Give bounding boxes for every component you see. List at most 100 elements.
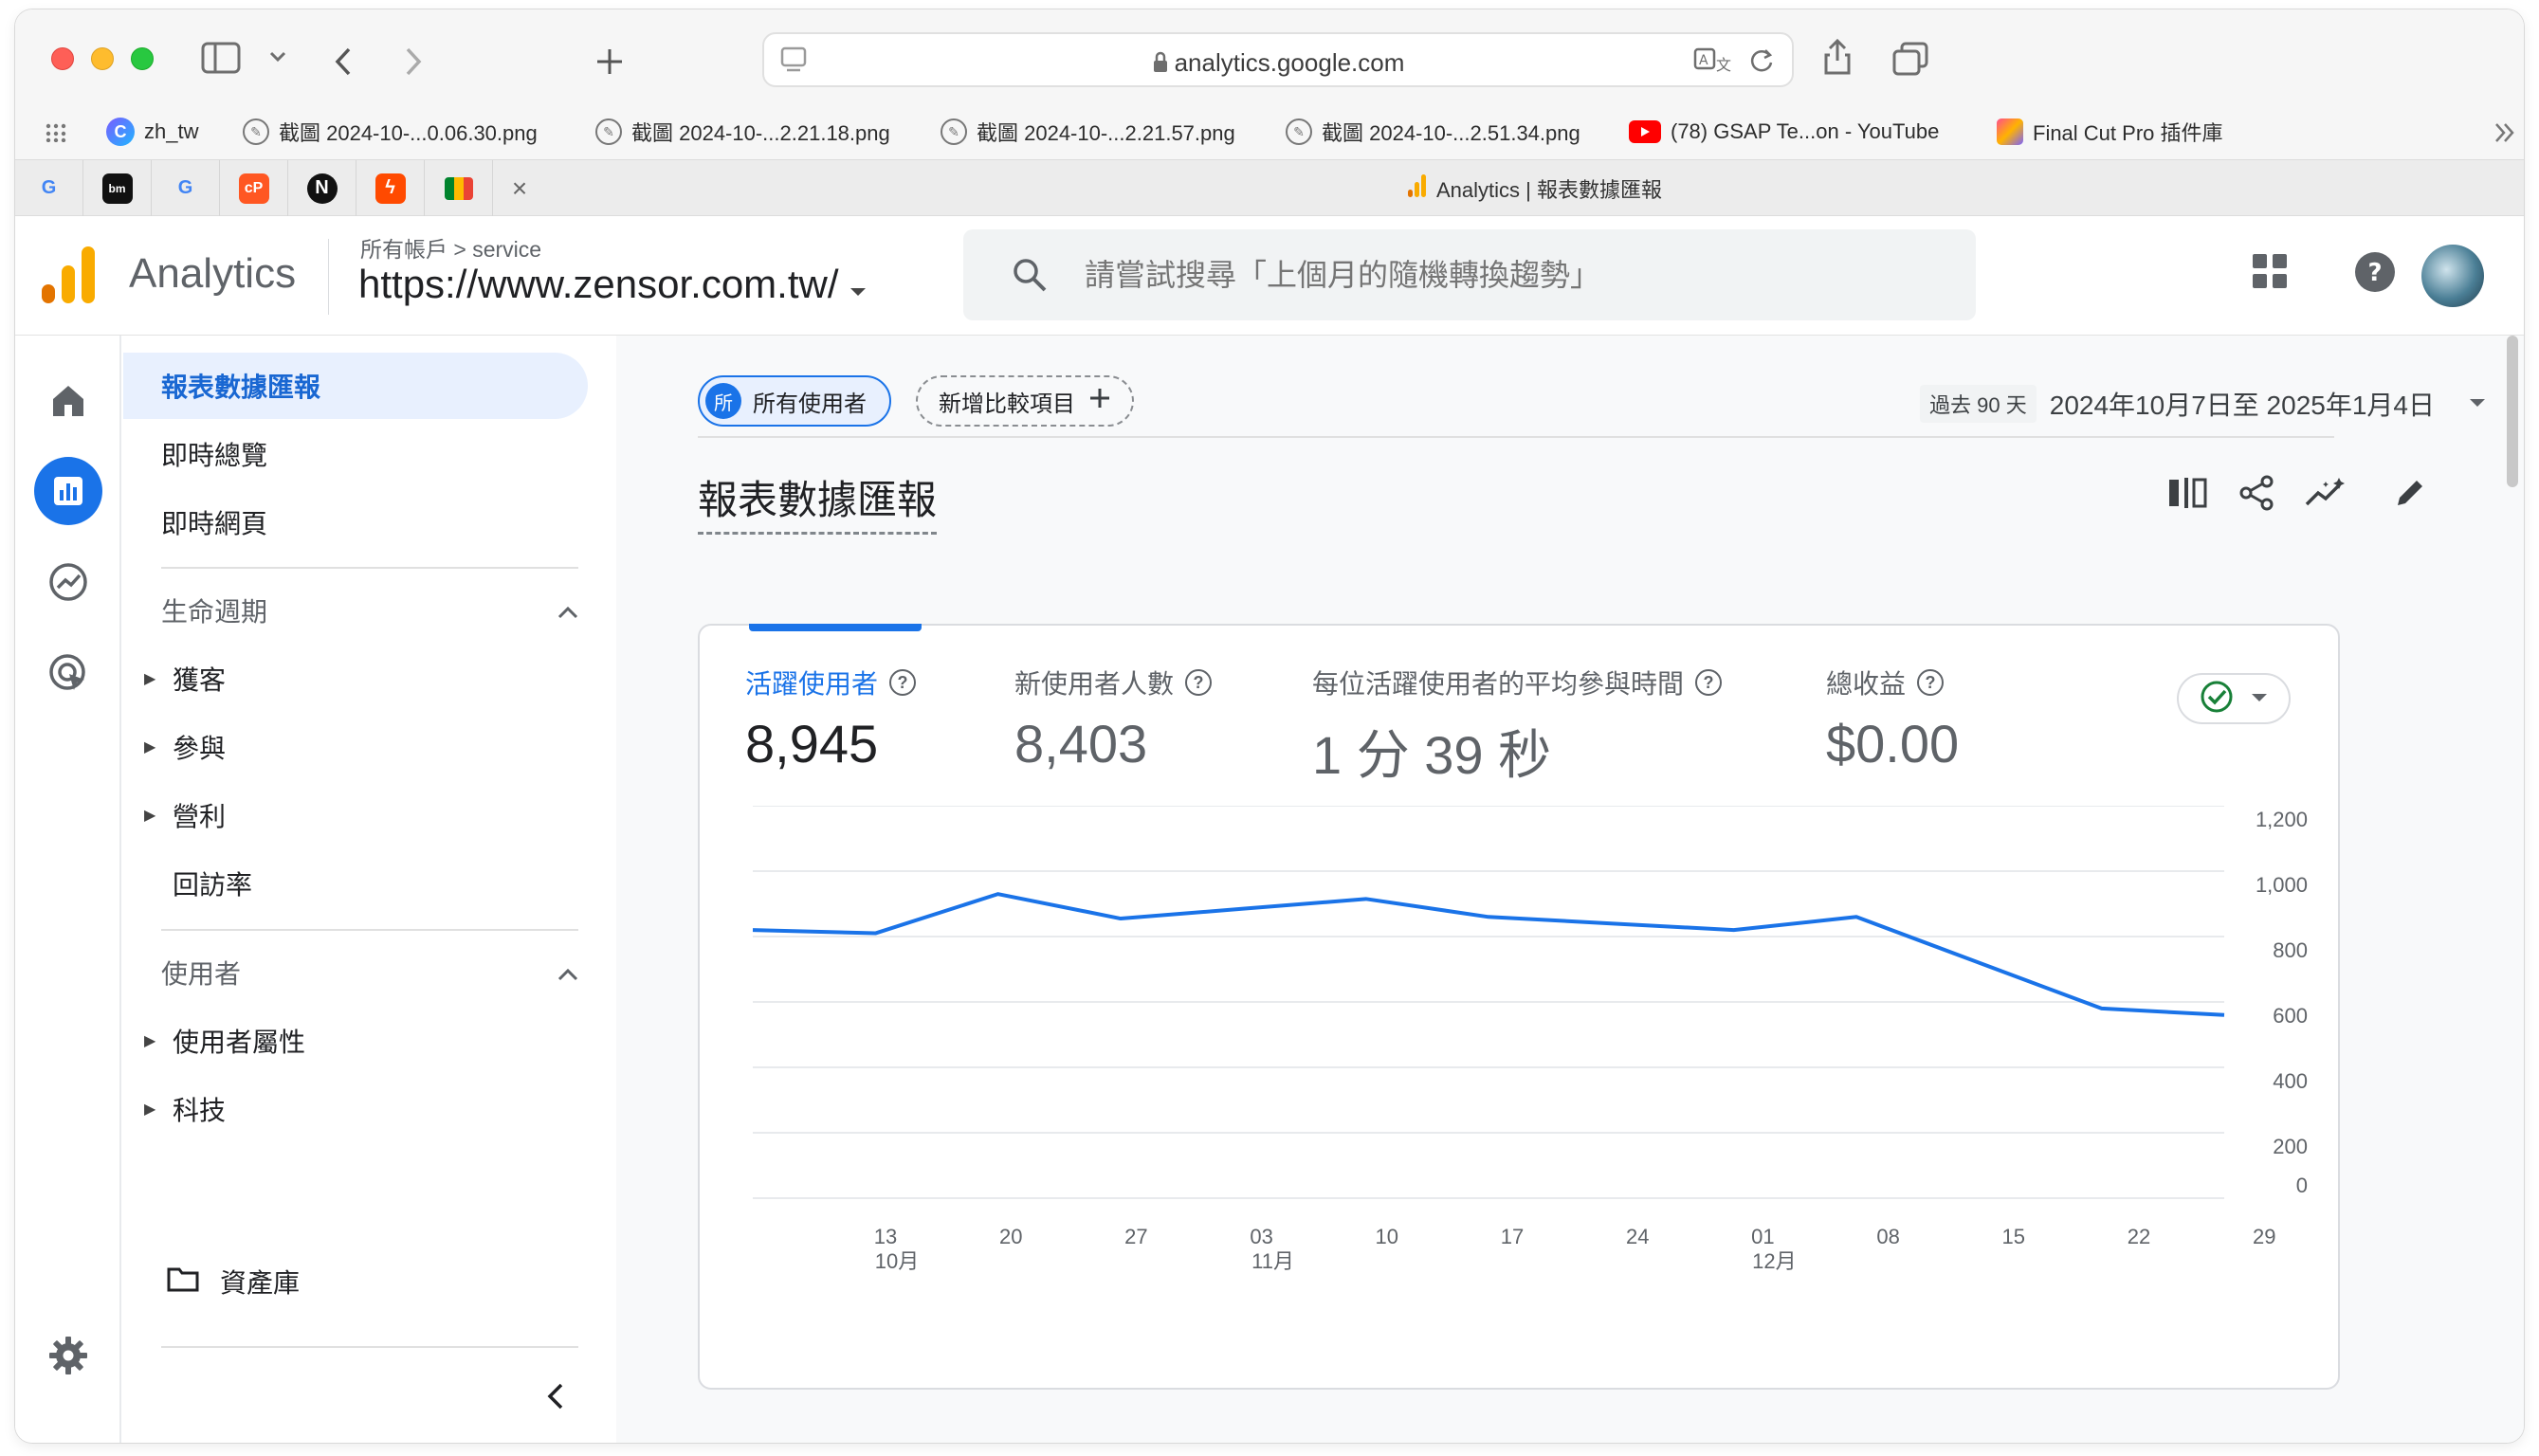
tab-overview-icon[interactable]	[1892, 42, 1928, 76]
search-input[interactable]	[1085, 229, 1938, 320]
address-bar[interactable]: analytics.google.com A文	[762, 32, 1794, 87]
chevron-down-icon[interactable]	[269, 51, 286, 63]
metric-active-users[interactable]: 活躍使用者? 8,945	[745, 664, 917, 774]
all-users-chip[interactable]: 所 所有使用者	[698, 375, 891, 427]
advertising-icon[interactable]	[34, 639, 102, 707]
date-range-picker[interactable]: 過去 90 天 2024年10月7日至 2025年1月4日	[1920, 385, 2486, 423]
nav-section-user[interactable]: 使用者	[161, 944, 578, 1001]
nav-item-user-attributes[interactable]: ▶ 使用者屬性	[144, 1012, 305, 1069]
share-report-icon[interactable]	[2234, 470, 2279, 516]
help-icon[interactable]: ?	[2353, 250, 2397, 299]
sidebar-toggle-icon[interactable]	[201, 42, 241, 74]
nav-item-realtime-pages[interactable]: 即時網頁	[123, 489, 588, 555]
nav-item-label: 獲客	[173, 665, 227, 695]
date-range-text: 2024年10月7日至 2025年1月4日	[2049, 391, 2435, 420]
nav-item-acquisition[interactable]: ▶ 獲客	[144, 650, 226, 707]
settings-gear-icon[interactable]	[34, 1321, 102, 1390]
bookmark-screenshot-2[interactable]: ✎ 截圖 2024-10-...2.21.18.png	[595, 116, 890, 148]
bookmark-final-cut[interactable]: Final Cut Pro 插件庫	[1997, 116, 2223, 148]
section-label: 生命週期	[161, 597, 268, 627]
page-title[interactable]: 報表數據匯報	[698, 468, 938, 535]
toolbar-divider	[698, 436, 2334, 438]
nav-item-tech[interactable]: ▶ 科技	[144, 1081, 226, 1138]
nav-item-label: 營利	[173, 802, 227, 831]
nav-section-lifecycle[interactable]: 生命週期	[161, 582, 578, 639]
metric-value: 8,945	[745, 714, 879, 774]
compare-icon[interactable]	[2165, 470, 2211, 516]
apps-grid-icon[interactable]	[46, 123, 72, 142]
analytics-logo[interactable]	[42, 246, 95, 303]
bookmark-screenshot-1[interactable]: ✎ 截圖 2024-10-...0.06.30.png	[243, 116, 538, 148]
nav-item-retention[interactable]: 回訪率	[173, 855, 252, 912]
data-quality-dropdown[interactable]	[2177, 673, 2291, 724]
metric-new-users[interactable]: 新使用者人數? 8,403	[1014, 664, 1213, 774]
help-circle-icon[interactable]: ?	[889, 669, 917, 696]
edit-pencil-icon[interactable]	[2387, 470, 2433, 516]
metric-label: 新使用者人數?	[1014, 664, 1213, 701]
bookmark-screenshot-4[interactable]: ✎ 截圖 2024-10-...2.51.34.png	[1286, 116, 1580, 148]
metric-total-revenue[interactable]: 總收益? $0.00	[1826, 664, 1959, 774]
metric-avg-engagement-time[interactable]: 每位活躍使用者的平均參與時間? 1 分 39 秒	[1312, 664, 1723, 790]
forward-icon[interactable]	[404, 47, 423, 76]
y-tick-label: 600	[2273, 1004, 2308, 1028]
help-circle-icon[interactable]: ?	[1917, 669, 1945, 696]
chevron-right-double-icon[interactable]	[2493, 121, 2516, 144]
breadcrumb[interactable]: 所有帳戶 > service	[360, 231, 541, 264]
nav-item-monetization[interactable]: ▶ 營利	[144, 787, 226, 844]
nav-item-library[interactable]: 資產庫	[167, 1253, 300, 1310]
help-circle-icon[interactable]: ?	[1185, 669, 1213, 696]
google-icon: G	[41, 177, 57, 198]
y-tick-label: 1,200	[2256, 808, 2308, 831]
nav-item-realtime-overview[interactable]: 即時總覽	[123, 421, 588, 487]
x-tick-label: 08	[1876, 1225, 1899, 1248]
metric-label-text: 新使用者人數	[1014, 669, 1175, 699]
pinned-tab-meet[interactable]	[425, 160, 493, 216]
bookmark-screenshot-3[interactable]: ✎ 截圖 2024-10-...2.21.57.png	[941, 116, 1235, 148]
nav-divider	[161, 567, 578, 569]
add-comparison-button[interactable]: 新增比較項目	[916, 375, 1134, 427]
report-navigation: 報表數據匯報 即時總覽 即時網頁 生命週期 ▶ 獲客 ▶ 參與 ▶ 營利 回訪率 使用…	[123, 336, 616, 1443]
help-circle-icon[interactable]: ?	[1695, 669, 1723, 696]
active-tab-title: Analytics | 報表數據匯報	[1436, 177, 1662, 202]
bookmark-zh-tw[interactable]: C zh_tw	[106, 116, 198, 148]
x-tick-label: 17	[1501, 1225, 1524, 1248]
nav-item-label: 報表數據匯報	[161, 373, 321, 402]
bookmark-youtube[interactable]: (78) GSAP Te...on - YouTube	[1629, 116, 1939, 148]
google-icon: G	[177, 177, 193, 198]
nav-item-report-snapshot[interactable]: 報表數據匯報	[123, 353, 588, 419]
active-tab[interactable]: Analytics | 報表數據匯報	[546, 160, 2524, 216]
metric-label-text: 活躍使用者	[745, 669, 879, 699]
caret-right-icon: ▶	[144, 671, 156, 687]
scrollbar[interactable]	[2507, 336, 2518, 487]
property-selector[interactable]: https://www.zensor.com.tw/	[358, 262, 868, 307]
app-name: Analytics	[129, 250, 297, 297]
explore-icon[interactable]	[34, 548, 102, 616]
close-tab-button[interactable]: ×	[493, 160, 546, 216]
pinned-tab-google[interactable]: G	[15, 160, 83, 216]
insights-icon[interactable]	[2304, 470, 2349, 516]
translate-icon[interactable]: A文	[1693, 46, 1731, 74]
pinned-tab-notion[interactable]: N	[288, 160, 356, 216]
search-box[interactable]	[963, 229, 1976, 320]
close-window-button[interactable]	[51, 47, 74, 70]
zoom-window-button[interactable]	[131, 47, 154, 70]
reload-icon[interactable]	[1748, 47, 1775, 74]
pinned-tab-google-2[interactable]: G	[152, 160, 220, 216]
pinned-tab-bitmex[interactable]: bm	[83, 160, 152, 216]
back-icon[interactable]	[334, 47, 353, 76]
minimize-window-button[interactable]	[91, 47, 114, 70]
home-icon[interactable]	[34, 366, 102, 434]
nav-item-engagement[interactable]: ▶ 參與	[144, 719, 226, 775]
metric-label: 活躍使用者?	[745, 664, 917, 701]
avatar[interactable]	[2421, 245, 2484, 307]
apps-icon[interactable]	[2249, 250, 2291, 297]
nav-divider	[161, 1346, 578, 1348]
new-tab-icon[interactable]	[595, 47, 624, 76]
pinned-tab-copilot[interactable]: cP	[220, 160, 288, 216]
collapse-nav-chevron-icon[interactable]	[546, 1382, 565, 1415]
reports-icon[interactable]	[34, 457, 102, 525]
pinned-tab-zapier[interactable]: ϟ	[356, 160, 425, 216]
bookmark-label: Final Cut Pro 插件庫	[2033, 121, 2223, 145]
share-icon[interactable]	[1822, 38, 1853, 76]
y-tick-label: 0	[2296, 1174, 2308, 1197]
